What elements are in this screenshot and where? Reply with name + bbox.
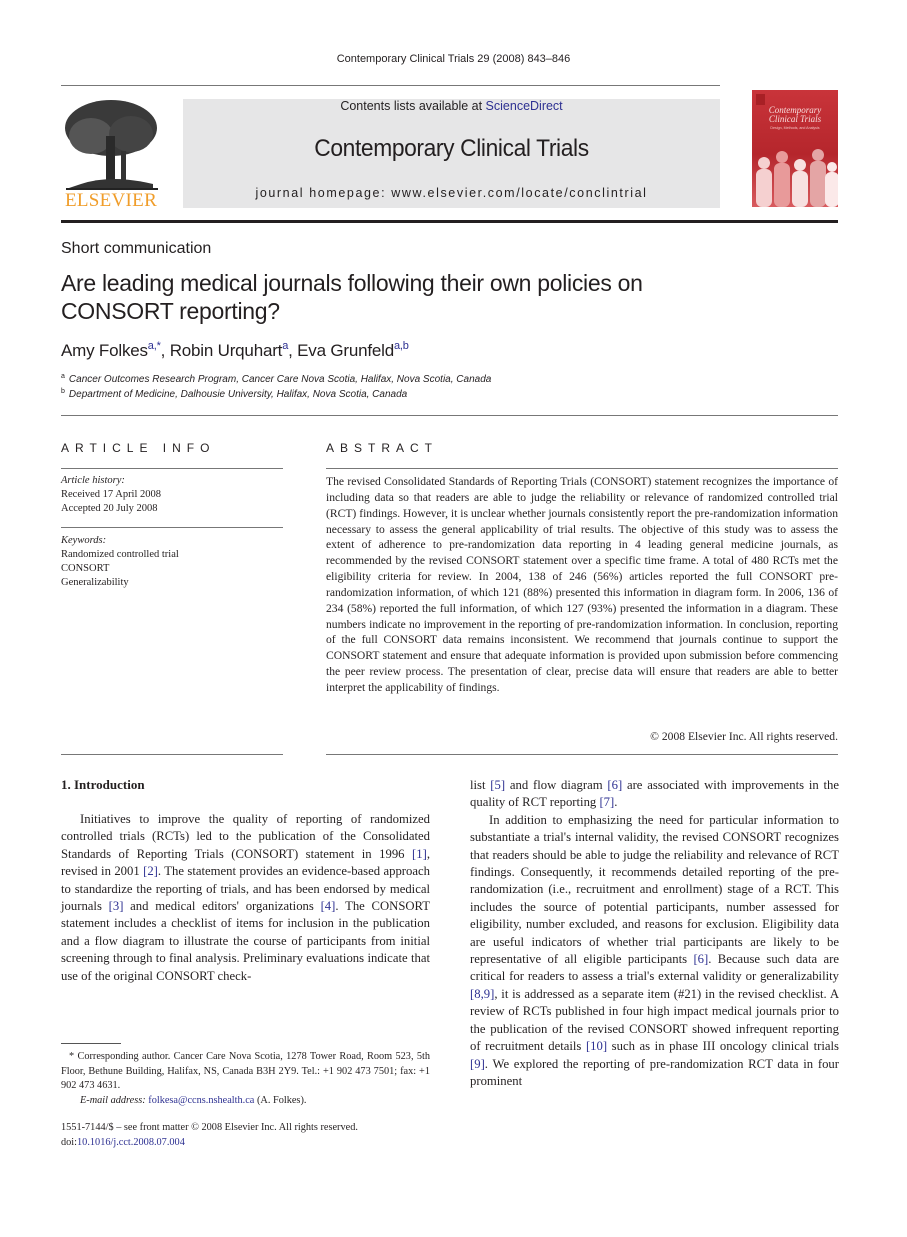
journal-cover-image: Contemporary Clinical Trials Design, Met… [752, 90, 838, 207]
divider [61, 754, 283, 755]
keyword: CONSORT [61, 563, 110, 574]
cover-title: Contemporary Clinical Trials [768, 105, 822, 124]
citation-link[interactable]: [6] [607, 778, 622, 792]
corresponding-author-note: * Corresponding author. Cancer Care Nova… [61, 1051, 430, 1106]
paragraph: In addition to emphasizing the need for … [470, 812, 839, 1091]
body-text: and flow diagram [505, 778, 608, 792]
citation-link[interactable]: [1] [412, 847, 427, 861]
body-text: and medical editors' organizations [123, 899, 321, 914]
keywords: Keywords: Randomized controlled trial CO… [61, 535, 179, 588]
divider [326, 754, 838, 755]
author-name: Amy Folkes [61, 341, 148, 360]
citation-link[interactable]: [5] [490, 778, 505, 792]
body-text: such as in phase III oncology clinical t… [607, 1039, 839, 1054]
journal-homepage-link[interactable]: journal homepage: www.elsevier.com/locat… [183, 186, 720, 200]
elsevier-mini-logo [756, 94, 765, 105]
citation-link[interactable]: [3] [109, 899, 124, 913]
doi-link[interactable]: 10.1016/j.cct.2008.07.004 [77, 1137, 185, 1148]
keyword: Randomized controlled trial [61, 549, 179, 560]
keyword: Generalizability [61, 577, 129, 588]
divider [326, 468, 838, 469]
author-name: Eva Grunfeld [297, 341, 394, 360]
citation-link[interactable]: [10] [586, 1039, 607, 1053]
abstract-text: The revised Consolidated Standards of Re… [326, 475, 838, 694]
footnote-rule [61, 1043, 121, 1044]
email-link[interactable]: folkesa@ccns.nshealth.ca [148, 1095, 254, 1106]
received-date: Received 17 April 2008 [61, 489, 162, 500]
intro-left-column: Initiatives to improve the quality of re… [61, 811, 430, 985]
citation-link[interactable]: [6] [693, 952, 708, 966]
body-text: . We explored the reporting of pre-rando… [470, 1056, 839, 1088]
issn-line: 1551-7144/$ – see front matter © 2008 El… [61, 1122, 358, 1133]
affiliation: a Cancer Outcomes Research Program, Cance… [61, 373, 492, 385]
divider [61, 415, 838, 416]
abstract-copyright: © 2008 Elsevier Inc. All rights reserved… [650, 730, 838, 743]
article-title: Are leading medical journals following t… [61, 270, 643, 324]
doi-line: doi:10.1016/j.cct.2008.07.004 [61, 1137, 185, 1148]
section-heading: 1. Introduction [61, 777, 145, 792]
elsevier-wordmark: ELSEVIER [64, 190, 158, 211]
body-text: . [614, 795, 618, 810]
abstract-heading: ABSTRACT [326, 441, 439, 455]
body-text: list [470, 778, 491, 792]
cover-subtitle: Design, Methods, and Analysis [770, 126, 820, 130]
author-affil-link[interactable]: a,b [394, 340, 409, 352]
divider [61, 85, 720, 86]
header-rule [61, 220, 838, 223]
author-affil-link[interactable]: a,* [148, 340, 161, 352]
contents-line: Contents lists available at ScienceDirec… [183, 99, 720, 113]
affiliation: b Department of Medicine, Dalhousie Unive… [61, 388, 408, 400]
body-text: In addition to emphasizing the need for … [470, 812, 839, 967]
article-history: Article history: Received 17 April 2008 … [61, 475, 162, 514]
running-head: Contemporary Clinical Trials 29 (2008) 8… [336, 53, 571, 65]
article-info-heading: ARTICLE INFO [61, 441, 216, 455]
contents-prefix: Contents lists available at [340, 99, 486, 113]
sciencedirect-link[interactable]: ScienceDirect [486, 99, 563, 113]
accepted-date: Accepted 20 July 2008 [61, 503, 158, 514]
author-name: Robin Urquhart [169, 341, 283, 360]
cover-silhouettes-icon [756, 149, 838, 207]
journal-title: Contemporary Clinical Trials [314, 135, 589, 162]
divider [61, 527, 283, 528]
citation-link[interactable]: [9] [470, 1057, 485, 1071]
body-text: Initiatives to improve the quality of re… [61, 812, 430, 861]
citation-link[interactable]: [2] [143, 864, 158, 878]
intro-right-column: list [5] and flow diagram [6] are associ… [470, 777, 839, 1090]
citation-link[interactable]: [8,9] [470, 987, 494, 1001]
author-list: Amy Folkesa,*, Robin Urquharta, Eva Grun… [61, 340, 409, 360]
citation-link[interactable]: [4] [321, 899, 336, 913]
divider [61, 468, 283, 469]
paragraph: list [5] and flow diagram [6] are associ… [470, 777, 839, 812]
citation-link[interactable]: [7] [599, 795, 614, 809]
article-type: Short communication [61, 240, 212, 257]
